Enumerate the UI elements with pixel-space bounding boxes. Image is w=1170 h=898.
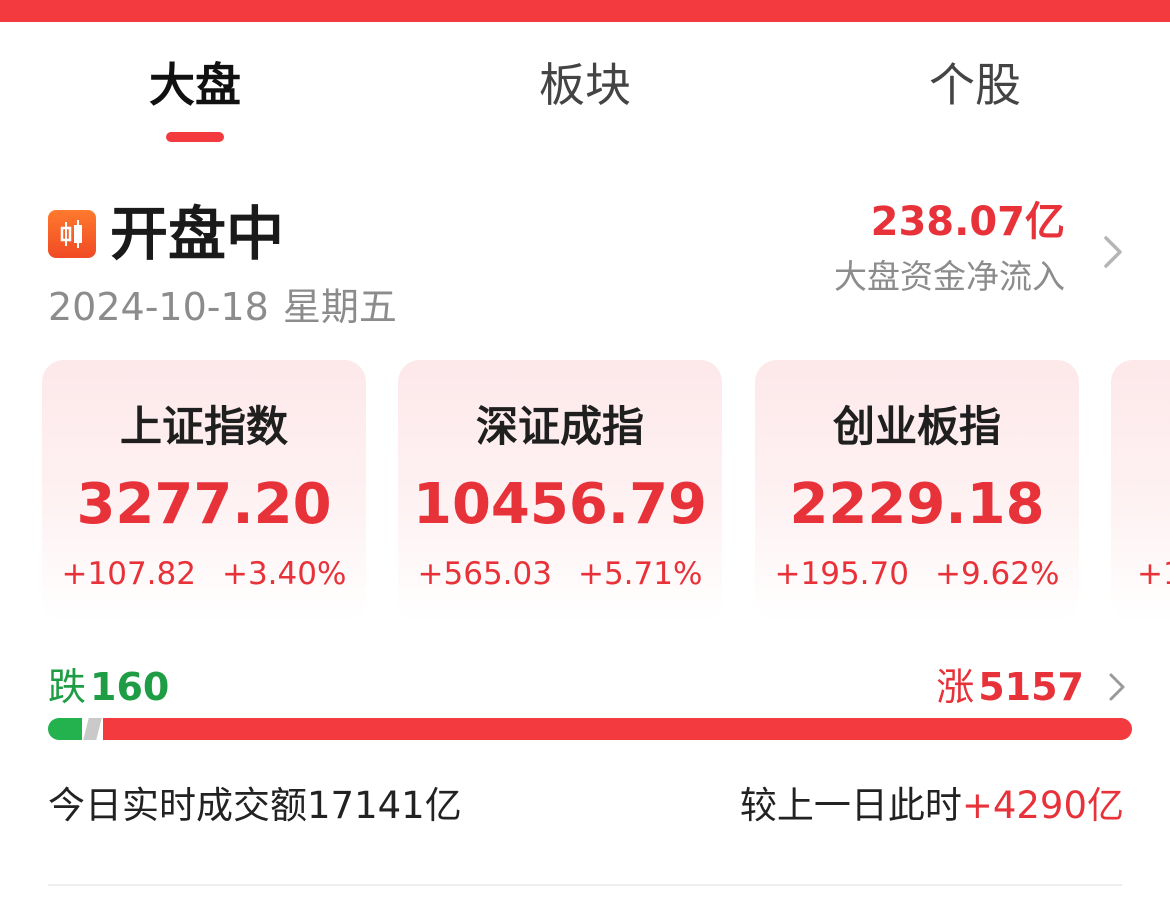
index-change-row: +195.70 +9.62% [755,552,1079,596]
net-inflow-value[interactable]: 238.07亿 [871,196,1065,248]
trade-date: 2024-10-18 星期五 [48,282,397,332]
date-text: 2024-10-18 [48,285,269,329]
index-change-row: +107.82 +3.40% [42,552,366,596]
decliners-count: 跌 160 [48,662,169,712]
fall-count: 160 [90,665,170,709]
index-change: +565.03 [417,556,552,592]
index-card-partial[interactable]: +1 [1111,360,1170,622]
index-change: +107.82 [61,556,196,592]
breadth-bar-rise [103,718,1132,740]
index-change: +1 [1137,556,1170,592]
chevron-right-icon[interactable] [1098,230,1128,274]
active-tab-indicator [166,132,224,142]
index-change-row: +1 [1137,552,1170,596]
candlestick-icon [48,210,96,258]
index-name: 上证指数 [119,402,288,451]
tab-sectors[interactable]: 板块 [485,50,685,120]
index-name: 创业板指 [832,402,1001,451]
index-value: 2229.18 [789,472,1045,537]
chevron-right-icon[interactable] [1104,668,1130,706]
index-value: 10456.79 [412,472,708,537]
rise-count: 5157 [978,665,1084,709]
top-status-bar [0,0,1170,22]
index-card-chinext[interactable]: 创业板指 2229.18 +195.70 +9.62% [755,360,1079,622]
index-card-shanghai[interactable]: 上证指数 3277.20 +107.82 +3.40% [42,360,366,622]
turnover-compare: 较上一日此时+4290亿 [740,780,1124,832]
compare-label: 较上一日此时 [739,784,962,827]
index-change-pct: +5.71% [577,556,703,592]
index-name: 深证成指 [475,402,644,451]
divider [48,884,1122,886]
index-change-row: +565.03 +5.71% [398,552,722,596]
index-change-pct: +9.62% [934,556,1060,592]
weekday-text: 星期五 [282,285,397,329]
index-card-shenzhen[interactable]: 深证成指 10456.79 +565.03 +5.71% [398,360,722,622]
breadth-bar [48,718,1132,740]
tab-stocks[interactable]: 个股 [875,50,1075,120]
breadth-bar-flat [83,718,102,740]
compare-delta: +4290亿 [961,784,1124,827]
fall-label: 跌 [48,665,87,709]
rise-label: 涨 [936,665,975,709]
advancers-count[interactable]: 涨 5157 [936,662,1084,712]
index-change: +195.70 [774,556,909,592]
net-inflow-label[interactable]: 大盘资金净流入 [834,254,1065,300]
index-change-pct: +3.40% [221,556,347,592]
market-status: 开盘中 [110,200,285,268]
index-value: 3277.20 [76,472,332,537]
tab-market[interactable]: 大盘 [95,50,295,120]
turnover-text: 今日实时成交额17141亿 [48,784,462,827]
breadth-bar-fall [48,718,82,740]
